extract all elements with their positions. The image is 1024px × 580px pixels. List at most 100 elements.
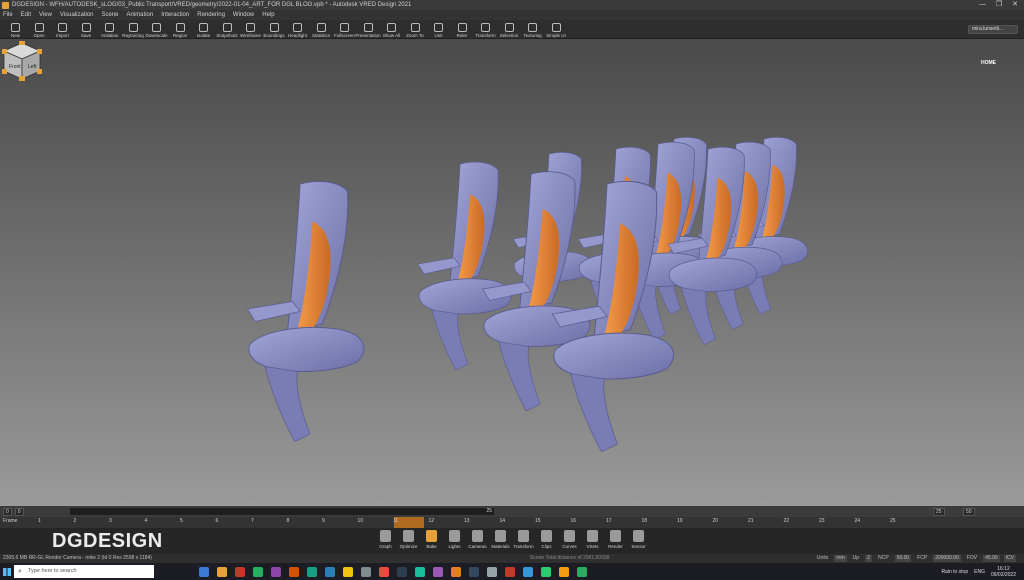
toolbar-boundings-button[interactable]: Boundings xyxy=(263,23,286,38)
taskbar-app-icon[interactable] xyxy=(397,566,407,577)
navcube-left-face[interactable]: Left xyxy=(28,64,37,70)
taskbar-app-icon[interactable] xyxy=(289,566,299,577)
taskbar-app-icon[interactable] xyxy=(415,566,425,577)
toolbar-new-button[interactable]: New xyxy=(4,23,27,38)
toolbar-selection-button[interactable]: Selection xyxy=(498,23,521,38)
module-cameras-button[interactable]: Cameras xyxy=(466,530,489,549)
taskbar-search-input[interactable]: Type here to search xyxy=(14,565,154,578)
menu-rendering[interactable]: Rendering xyxy=(197,12,225,18)
toolbar-import-button[interactable]: Import xyxy=(51,23,74,38)
menu-animation[interactable]: Animation xyxy=(127,12,154,18)
module-sensor-button[interactable]: Sensor xyxy=(627,530,650,549)
headlight-icon xyxy=(293,23,302,32)
toolbar-open-button[interactable]: Open xyxy=(28,23,51,38)
toolbar-downscale-button[interactable]: Downscale xyxy=(145,23,168,38)
toolbar-raytracing-button[interactable]: Raytracing xyxy=(122,23,145,38)
user-account-dropdown[interactable]: mira.lunsetti... xyxy=(968,25,1018,34)
taskbar-app-icon[interactable] xyxy=(577,566,587,577)
toolbar-wireframe-button[interactable]: Wireframe xyxy=(239,23,262,38)
taskbar-app-icon[interactable] xyxy=(199,566,209,577)
maximize-button[interactable]: ❐ xyxy=(996,0,1002,10)
toolbar-transform-button[interactable]: Transform xyxy=(474,23,497,38)
module-vsets-button[interactable]: VSets xyxy=(581,530,604,549)
module-bake-button[interactable]: Bake xyxy=(420,530,443,549)
toolbar-antialias-button[interactable]: Antialias xyxy=(98,23,121,38)
taskbar-app-icon[interactable] xyxy=(541,566,551,577)
menu-file[interactable]: File xyxy=(3,12,13,18)
taskbar-app-icon[interactable] xyxy=(343,566,353,577)
up-axis-select[interactable]: Z xyxy=(865,555,873,562)
module-transform-button[interactable]: Transform xyxy=(512,530,535,549)
taskbar-app-icon[interactable] xyxy=(469,566,479,577)
fov-field[interactable]: 45.00 xyxy=(983,555,1000,562)
toolbar-statistics-button[interactable]: Statistics xyxy=(310,23,333,38)
module-optimize-button[interactable]: Optimize xyxy=(397,530,420,549)
taskbar-app-icon[interactable] xyxy=(325,566,335,577)
language-indicator[interactable]: ENG xyxy=(974,569,985,575)
icv-button[interactable]: ICV xyxy=(1003,555,1016,562)
navcube-front-face[interactable]: Front xyxy=(9,64,21,70)
timeline-range-slider[interactable]: 25 xyxy=(70,508,494,515)
toolbar-region-button[interactable]: Region xyxy=(169,23,192,38)
toolbar-zoom-to-button[interactable]: Zoom To xyxy=(404,23,427,38)
windows-start-button[interactable] xyxy=(0,563,14,580)
3d-viewport[interactable]: HOME Front Left xyxy=(0,39,1024,506)
taskbar-app-icon[interactable] xyxy=(235,566,245,577)
module-clips-button[interactable]: Clips xyxy=(535,530,558,549)
menu-window[interactable]: Window xyxy=(233,12,254,18)
toolbar-headlight-button[interactable]: Headlight xyxy=(286,23,309,38)
timeline-start-field[interactable]: 0 xyxy=(3,507,12,516)
fcp-field[interactable]: 200000.00 xyxy=(933,555,961,562)
train-seat-model[interactable] xyxy=(246,181,365,442)
toolbar-show-all-button[interactable]: Show All xyxy=(380,23,403,38)
weather-widget[interactable]: Rain to stop xyxy=(941,569,968,575)
menu-edit[interactable]: Edit xyxy=(21,12,31,18)
taskbar-app-icon[interactable] xyxy=(253,566,263,577)
toolbar-simple-ui-button[interactable]: Simple UI xyxy=(545,23,568,38)
toolbar-presentation-button[interactable]: Presentation xyxy=(355,23,381,38)
taskbar-app-icon[interactable] xyxy=(217,566,227,577)
taskbar-app-icon[interactable] xyxy=(271,566,281,577)
timeline-current-field[interactable]: 0 xyxy=(14,507,24,516)
status-command-line[interactable]: Scene Total distance of 2981.00938 xyxy=(530,554,609,563)
taskbar-app-icon[interactable] xyxy=(361,566,371,577)
toolbar-isolate-button[interactable]: Isolate xyxy=(192,23,215,38)
module-graph-button[interactable]: Graph xyxy=(374,530,397,549)
toolbar-snapshots-button[interactable]: Snapshots xyxy=(216,23,239,38)
fps-field-b[interactable]: 50 xyxy=(963,507,975,516)
module-curves-button[interactable]: Curves xyxy=(558,530,581,549)
minimize-button[interactable]: — xyxy=(979,0,986,10)
module-lights-button[interactable]: Lights xyxy=(443,530,466,549)
toolbar-unit-button[interactable]: Unit xyxy=(427,23,450,38)
menu-interaction[interactable]: Interaction xyxy=(161,12,189,18)
timeline-playhead[interactable] xyxy=(394,517,424,528)
menu-scene[interactable]: Scene xyxy=(102,12,119,18)
taskbar-app-icon[interactable] xyxy=(487,566,497,577)
toolbar-ruler-button[interactable]: Ruler xyxy=(451,23,474,38)
taskbar-app-icon[interactable] xyxy=(379,566,389,577)
render-icon xyxy=(610,530,621,542)
navcube-home-button[interactable]: HOME xyxy=(981,60,996,66)
ncp-field[interactable]: 50.00 xyxy=(894,555,912,562)
fps-field-a[interactable]: 25 xyxy=(933,507,945,516)
toolbar-save-button[interactable]: Save xyxy=(75,23,98,38)
module-materials-button[interactable]: Materials xyxy=(489,530,512,549)
taskbar-app-icon[interactable] xyxy=(307,566,317,577)
timeline-ruler[interactable]: Frame 1 2 3 4 5 6 7 8 9 10 11 12 13 14 15 16 17 18 19 20 21 2… xyxy=(0,517,1024,528)
taskbar-app-icon[interactable] xyxy=(559,566,569,577)
toolbar-texturing-button[interactable]: Texturing xyxy=(521,23,544,38)
taskbar-app-icon[interactable] xyxy=(451,566,461,577)
taskbar-app-icon[interactable] xyxy=(505,566,515,577)
toolbar-fullscreen-button[interactable]: Fullscreen xyxy=(333,23,356,38)
taskbar-clock[interactable]: 16:12 09/02/2022 xyxy=(991,566,1016,578)
close-button[interactable]: ✕ xyxy=(1012,0,1018,10)
menu-view[interactable]: View xyxy=(39,12,52,18)
menu-help[interactable]: Help xyxy=(262,12,274,18)
navigation-cube[interactable]: Front Left xyxy=(0,39,44,83)
taskbar-app-icon[interactable] xyxy=(433,566,443,577)
module-render-button[interactable]: Render xyxy=(604,530,627,549)
taskbar-app-icon[interactable] xyxy=(523,566,533,577)
units-select[interactable]: mm xyxy=(834,555,847,562)
units-label: Units xyxy=(816,555,829,561)
menu-visualization[interactable]: Visualization xyxy=(60,12,94,18)
